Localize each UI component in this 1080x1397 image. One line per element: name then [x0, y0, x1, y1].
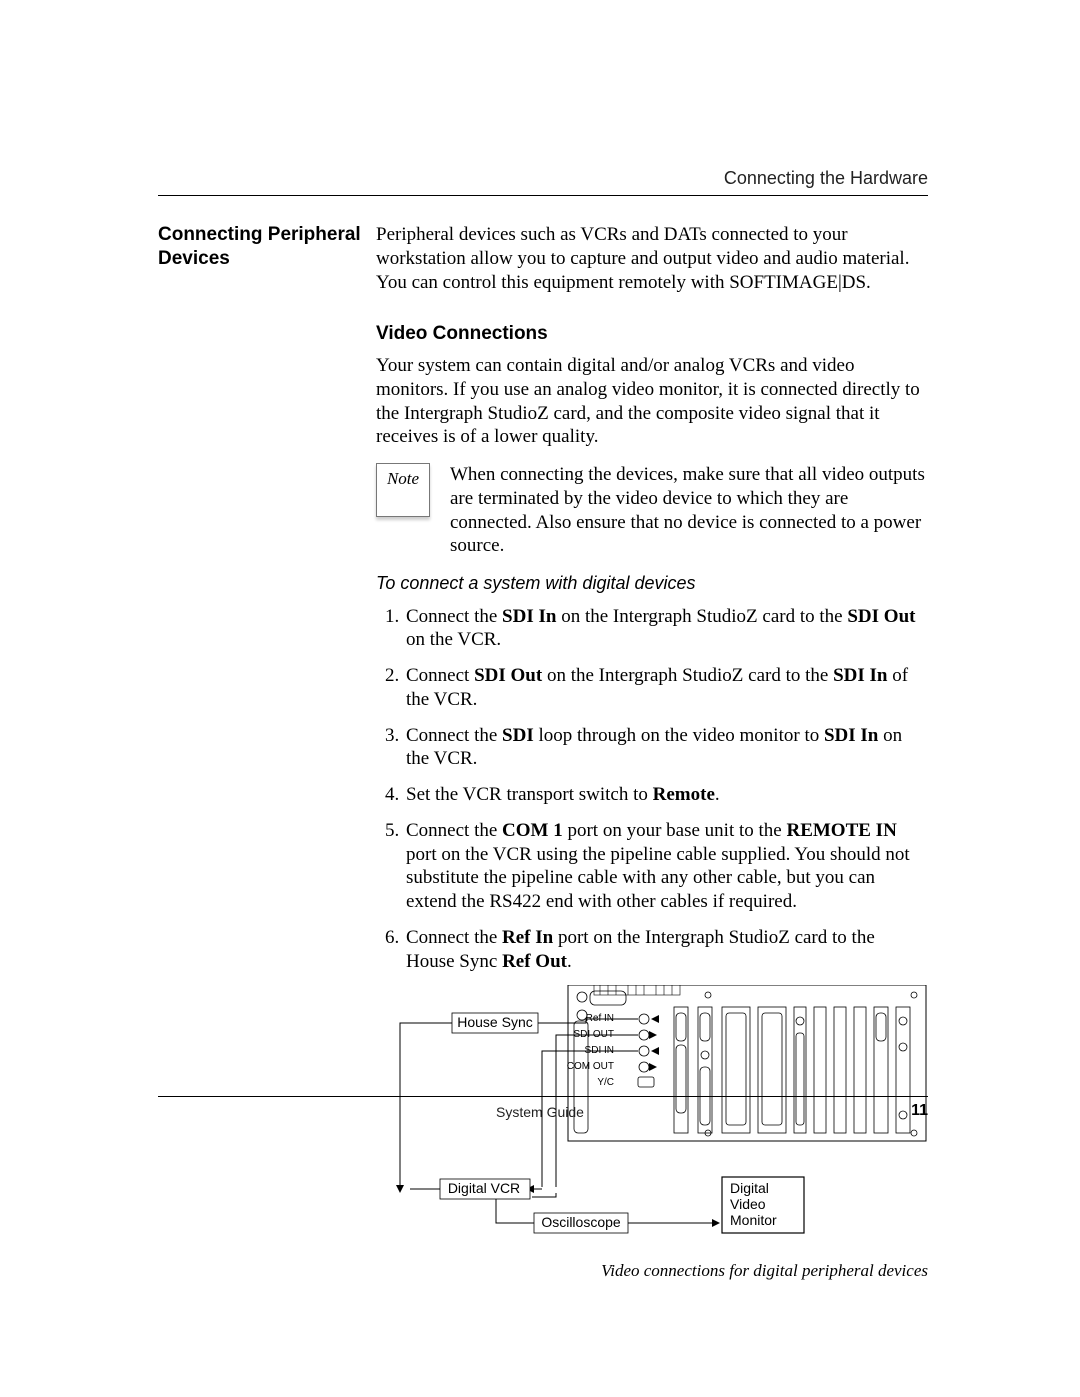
step-text: Connect the	[406, 725, 502, 746]
diagram-house-sync: House Sync	[457, 1014, 532, 1030]
step-1: Connect the SDI In on the Intergraph Stu…	[404, 605, 928, 653]
step-text: port on the VCR using the pipeline cable…	[406, 844, 910, 913]
footer-rule	[158, 1096, 928, 1097]
diagram-monitor-l2: Video	[730, 1196, 766, 1212]
page: Connecting the Hardware Connecting Perip…	[0, 0, 1080, 1397]
intro-paragraph: Peripheral devices such as VCRs and DATs…	[376, 223, 928, 294]
running-header: Connecting the Hardware	[724, 168, 928, 189]
connections-diagram: Ref IN SDI OUT SDI IN COM OUT Y/C	[376, 985, 928, 1255]
step-text: on the VCR.	[406, 629, 501, 650]
header-rule	[158, 195, 928, 196]
step-bold: COM 1	[502, 820, 563, 841]
step-text: Connect the	[406, 820, 502, 841]
side-heading: Connecting Peripheral Devices	[158, 223, 376, 271]
step-bold: SDI In	[833, 665, 887, 686]
step-bold: Remote	[653, 784, 715, 805]
video-connections-paragraph: Your system can contain digital and/or a…	[376, 354, 928, 449]
step-text: Set the VCR transport switch to	[406, 784, 653, 805]
procedure-steps: Connect the SDI In on the Intergraph Stu…	[376, 605, 928, 974]
diagram-monitor-l3: Monitor	[730, 1212, 777, 1228]
step-text: Connect the	[406, 927, 502, 948]
step-bold: SDI Out	[474, 665, 542, 686]
step-text: loop through on the video monitor to	[534, 725, 824, 746]
procedure-title: To connect a system with digital devices	[376, 572, 928, 595]
figure-caption: Video connections for digital peripheral…	[376, 1261, 928, 1281]
section-peripheral-devices: Connecting Peripheral Devices Peripheral…	[158, 223, 928, 308]
step-text: .	[567, 951, 572, 972]
footer-page-number: 11	[911, 1102, 928, 1120]
intro-software: SOFTIMAGE|DS.	[729, 272, 871, 293]
main-column: Video Connections Your system can contai…	[376, 322, 928, 973]
video-connections-heading: Video Connections	[376, 322, 928, 346]
diagram-monitor-l1: Digital	[730, 1180, 769, 1196]
step-bold: SDI	[502, 725, 534, 746]
figure: Ref IN SDI OUT SDI IN COM OUT Y/C	[376, 985, 928, 1281]
content-area: Connecting Peripheral Devices Peripheral…	[158, 223, 928, 1281]
step-bold: Ref In	[502, 927, 553, 948]
step-bold: SDI In	[824, 725, 878, 746]
step-2: Connect SDI Out on the Intergraph Studio…	[404, 664, 928, 712]
note-icon: Note	[376, 463, 430, 517]
port-label-yc: Y/C	[597, 1077, 614, 1088]
note-text: When connecting the devices, make sure t…	[450, 463, 928, 558]
step-text: on the Intergraph StudioZ card to the	[556, 606, 847, 627]
note-block: Note When connecting the devices, make s…	[376, 463, 928, 558]
step-bold: REMOTE IN	[786, 820, 896, 841]
step-text: Connect	[406, 665, 474, 686]
step-3: Connect the SDI loop through on the vide…	[404, 724, 928, 772]
step-text: Connect the	[406, 606, 502, 627]
step-text: port on your base unit to the	[563, 820, 787, 841]
step-text: .	[715, 784, 720, 805]
step-bold: SDI Out	[847, 606, 915, 627]
step-text: on the Intergraph StudioZ card to the	[542, 665, 833, 686]
step-6: Connect the Ref In port on the Intergrap…	[404, 926, 928, 974]
step-5: Connect the COM 1 port on your base unit…	[404, 819, 928, 914]
diagram-digital-vcr: Digital VCR	[448, 1180, 520, 1196]
step-bold: Ref Out	[502, 951, 567, 972]
note-label: Note	[387, 468, 419, 489]
diagram-oscilloscope: Oscilloscope	[541, 1214, 621, 1230]
step-4: Set the VCR transport switch to Remote.	[404, 783, 928, 807]
step-bold: SDI In	[502, 606, 556, 627]
intro-paragraph-block: Peripheral devices such as VCRs and DATs…	[376, 223, 928, 308]
